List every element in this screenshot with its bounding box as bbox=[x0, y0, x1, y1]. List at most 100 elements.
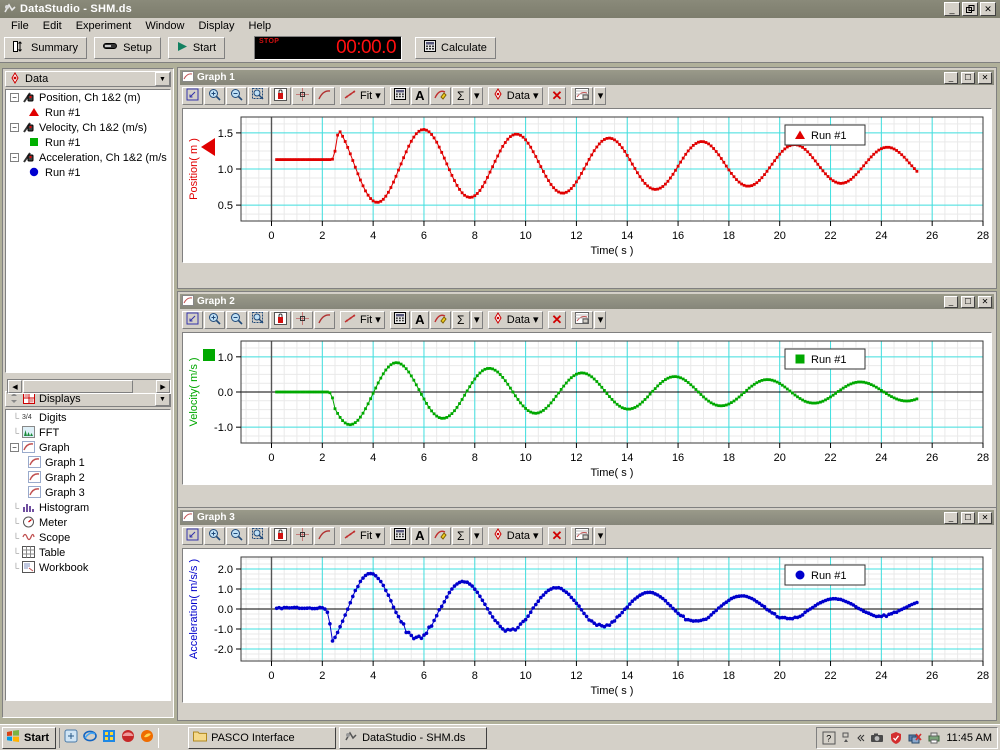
data-panel-dropdown-icon[interactable]: ▼ bbox=[155, 72, 170, 86]
graph3-titlebar[interactable]: Graph 3 _ ☐ ✕ bbox=[180, 510, 994, 525]
graph3-scale-to-fit-button[interactable] bbox=[182, 527, 203, 545]
graph2-slope-tool-button[interactable] bbox=[314, 311, 335, 329]
graph2-highlight-button[interactable] bbox=[430, 311, 451, 329]
tree-item-position-run1[interactable]: Run #1 bbox=[6, 105, 170, 120]
graph1-statistics-dropdown[interactable]: ▾ bbox=[471, 87, 483, 105]
graph3-statistics-dropdown[interactable]: ▾ bbox=[471, 527, 483, 545]
displays-item-table[interactable]: └ Table bbox=[6, 545, 170, 560]
window-close-button[interactable]: ✕ bbox=[980, 2, 996, 16]
graph1-remove-button[interactable]: ✕ bbox=[548, 87, 567, 105]
legend[interactable]: Run #1 bbox=[785, 349, 865, 369]
graph2-canvas[interactable]: -1.00.01.00246810121416182022242628Time(… bbox=[182, 332, 992, 485]
graph3-smart-tool-button[interactable] bbox=[292, 527, 313, 545]
displays-item-graph-3[interactable]: Graph 3 bbox=[6, 485, 170, 500]
graph3-canvas[interactable]: -2.0-1.00.01.02.002468101214161820222426… bbox=[182, 548, 992, 703]
graph1-zoom-out-button[interactable] bbox=[226, 87, 247, 105]
displays-item-fft[interactable]: └ FFT bbox=[6, 425, 170, 440]
summary-button[interactable]: Summary bbox=[4, 37, 87, 59]
graph2-fit-button[interactable]: Fit▾ bbox=[340, 311, 385, 329]
menu-file[interactable]: File bbox=[4, 20, 36, 32]
graph3-data-button[interactable]: Data▾ bbox=[488, 527, 543, 545]
graph2-zoom-in-button[interactable] bbox=[204, 311, 225, 329]
graph1-text-tool-button[interactable]: A bbox=[411, 87, 429, 105]
expander-icon[interactable]: − bbox=[10, 443, 19, 452]
displays-item-histogram[interactable]: └ Histogram bbox=[6, 500, 170, 515]
graph3-minimize-button[interactable]: _ bbox=[944, 512, 958, 524]
outlook-icon[interactable] bbox=[121, 729, 135, 746]
graph1-smart-tool-button[interactable] bbox=[292, 87, 313, 105]
graph1-fit-button[interactable]: Fit▾ bbox=[340, 87, 385, 105]
graph1-minimize-button[interactable]: _ bbox=[944, 72, 958, 84]
graph1-statistics-button[interactable]: Σ bbox=[452, 87, 470, 105]
graph1-data-lock-button[interactable] bbox=[270, 87, 291, 105]
graph3-highlight-button[interactable] bbox=[430, 527, 451, 545]
graph1-zoom-in-button[interactable] bbox=[204, 87, 225, 105]
graph3-settings-dropdown[interactable]: ▾ bbox=[594, 527, 606, 545]
legend[interactable]: Run #1 bbox=[785, 125, 865, 145]
graph1-settings-dropdown[interactable]: ▾ bbox=[594, 87, 606, 105]
printer-icon[interactable] bbox=[927, 731, 941, 745]
graph3-text-tool-button[interactable]: A bbox=[411, 527, 429, 545]
graph3-zoom-select-button[interactable] bbox=[248, 527, 269, 545]
displays-item-workbook[interactable]: └ Workbook bbox=[6, 560, 170, 575]
graph3-data-lock-button[interactable] bbox=[270, 527, 291, 545]
graph2-text-tool-button[interactable]: A bbox=[411, 311, 429, 329]
scroll-right-icon[interactable]: ▶ bbox=[156, 380, 170, 393]
graph1-calculator-button[interactable] bbox=[390, 87, 410, 105]
start-menu-button[interactable]: Start bbox=[2, 727, 56, 749]
graph1-maximize-button[interactable]: ☐ bbox=[961, 72, 975, 84]
help-icon[interactable]: ? bbox=[822, 731, 836, 745]
graph2-statistics-button[interactable]: Σ bbox=[452, 311, 470, 329]
graph2-zoom-select-button[interactable] bbox=[248, 311, 269, 329]
graph1-titlebar[interactable]: Graph 1 _ ☐ ✕ bbox=[180, 70, 994, 85]
graph2-zoom-out-button[interactable] bbox=[226, 311, 247, 329]
data-panel-header[interactable]: Data ▼ bbox=[5, 71, 171, 87]
media-icon[interactable] bbox=[102, 729, 116, 746]
graph2-settings-button[interactable] bbox=[571, 311, 593, 329]
chevron-left-icon[interactable] bbox=[856, 731, 865, 745]
menu-edit[interactable]: Edit bbox=[36, 20, 69, 32]
displays-item-scope[interactable]: └ Scope bbox=[6, 530, 170, 545]
displays-item-digits[interactable]: └ 3/4 Digits bbox=[6, 410, 170, 425]
graph2-remove-button[interactable]: ✕ bbox=[548, 311, 567, 329]
graph3-close-button[interactable]: ✕ bbox=[978, 512, 992, 524]
tree-item-velocity-run1[interactable]: Run #1 bbox=[6, 135, 170, 150]
graph2-statistics-dropdown[interactable]: ▾ bbox=[471, 311, 483, 329]
tree-item-position[interactable]: − Position, Ch 1&2 (m) bbox=[6, 90, 170, 105]
graph2-maximize-button[interactable]: ☐ bbox=[961, 296, 975, 308]
network-icon[interactable] bbox=[908, 731, 922, 745]
tree-item-velocity[interactable]: − Velocity, Ch 1&2 (m/s) bbox=[6, 120, 170, 135]
shield-icon[interactable] bbox=[889, 731, 903, 745]
data-tree[interactable]: − Position, Ch 1&2 (m) Run #1 − Velocity… bbox=[5, 89, 171, 373]
graph1-scale-to-fit-button[interactable] bbox=[182, 87, 203, 105]
show-desktop-icon[interactable] bbox=[64, 729, 78, 746]
camera-icon[interactable] bbox=[870, 731, 884, 745]
displays-tree[interactable]: └ 3/4 Digits └ FFT − Graph bbox=[5, 409, 171, 701]
graph2-calculator-button[interactable] bbox=[390, 311, 410, 329]
graph2-smart-tool-button[interactable] bbox=[292, 311, 313, 329]
menu-display[interactable]: Display bbox=[191, 20, 241, 32]
graph3-slope-tool-button[interactable] bbox=[314, 527, 335, 545]
legend[interactable]: Run #1 bbox=[785, 565, 865, 585]
clock[interactable]: 11:45 AM bbox=[946, 732, 992, 744]
graph3-zoom-in-button[interactable] bbox=[204, 527, 225, 545]
graph2-titlebar[interactable]: Graph 2 _ ☐ ✕ bbox=[180, 294, 994, 309]
graph1-zoom-select-button[interactable] bbox=[248, 87, 269, 105]
graph1-settings-button[interactable] bbox=[571, 87, 593, 105]
graph3-remove-button[interactable]: ✕ bbox=[548, 527, 567, 545]
displays-panel-dropdown-icon[interactable]: ▼ bbox=[155, 392, 170, 406]
graph2-scale-to-fit-button[interactable] bbox=[182, 311, 203, 329]
graph3-statistics-button[interactable]: Σ bbox=[452, 527, 470, 545]
displays-item-graph-1[interactable]: Graph 1 bbox=[6, 455, 170, 470]
displays-item-graph[interactable]: − Graph bbox=[6, 440, 170, 455]
graph1-close-button[interactable]: ✕ bbox=[978, 72, 992, 84]
tree-item-acceleration-run1[interactable]: Run #1 bbox=[6, 165, 170, 180]
window-minimize-button[interactable]: _ bbox=[944, 2, 960, 16]
graph1-highlight-button[interactable] bbox=[430, 87, 451, 105]
graph2-close-button[interactable]: ✕ bbox=[978, 296, 992, 308]
window-restore-button[interactable] bbox=[962, 2, 978, 16]
graph3-zoom-out-button[interactable] bbox=[226, 527, 247, 545]
volume-icon[interactable] bbox=[841, 731, 851, 745]
menu-experiment[interactable]: Experiment bbox=[69, 20, 139, 32]
calculate-button[interactable]: Calculate bbox=[415, 37, 496, 59]
